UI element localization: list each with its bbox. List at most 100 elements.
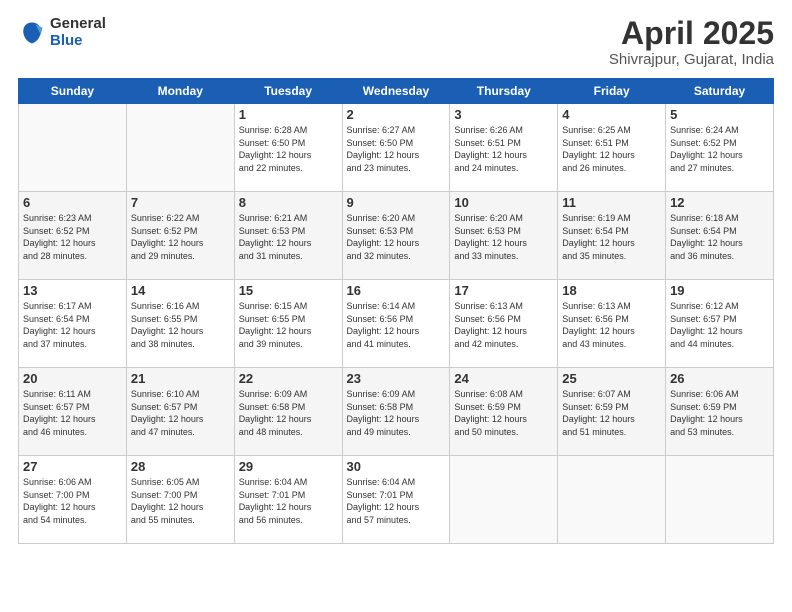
- day-number: 27: [23, 459, 122, 474]
- calendar-subtitle: Shivrajpur, Gujarat, India: [609, 51, 774, 68]
- calendar-cell: [666, 456, 774, 544]
- day-number: 15: [239, 283, 338, 298]
- calendar-cell: 17 Sunrise: 6:13 AM Sunset: 6:56 PM Dayli…: [450, 280, 558, 368]
- day-number: 13: [23, 283, 122, 298]
- calendar-cell: 7 Sunrise: 6:22 AM Sunset: 6:52 PM Daylig…: [126, 192, 234, 280]
- calendar-cell: 8Sunrise: 6:21 AM Sunset: 6:53 PM Daylig…: [234, 192, 342, 280]
- header: General Blue April 2025 Shivrajpur, Guja…: [18, 16, 774, 68]
- calendar-cell: 29Sunrise: 6:04 AM Sunset: 7:01 PM Dayli…: [234, 456, 342, 544]
- day-number: 21: [131, 371, 230, 386]
- day-number: 16: [347, 283, 446, 298]
- calendar-week-2: 6 Sunrise: 6:23 AM Sunset: 6:52 PM Daylig…: [19, 192, 774, 280]
- calendar-cell: 19 Sunrise: 6:12 AM Sunset: 6:57 PM Dayli…: [666, 280, 774, 368]
- day-number: 20: [23, 371, 122, 386]
- day-info: Sunrise: 6:27 AM Sunset: 6:50 PM Dayligh…: [347, 124, 446, 174]
- day-number: 2: [347, 107, 446, 122]
- calendar-week-5: 27 Sunrise: 6:06 AM Sunset: 7:00 PM Dayli…: [19, 456, 774, 544]
- day-number: 18: [562, 283, 661, 298]
- col-friday: Friday: [558, 79, 666, 104]
- day-info: Sunrise: 6:10 AM Sunset: 6:57 PM Dayligh…: [131, 388, 230, 438]
- day-number: 14: [131, 283, 230, 298]
- day-info: Sunrise: 6:18 AM Sunset: 6:54 PM Dayligh…: [670, 212, 769, 262]
- day-info: Sunrise: 6:13 AM Sunset: 6:56 PM Dayligh…: [562, 300, 661, 350]
- calendar-cell: [558, 456, 666, 544]
- calendar-table: Sunday Monday Tuesday Wednesday Thursday…: [18, 78, 774, 544]
- calendar-cell: 21 Sunrise: 6:10 AM Sunset: 6:57 PM Dayli…: [126, 368, 234, 456]
- day-info: Sunrise: 6:20 AM Sunset: 6:53 PM Dayligh…: [347, 212, 446, 262]
- col-sunday: Sunday: [19, 79, 127, 104]
- day-info: Sunrise: 6:08 AM Sunset: 6:59 PM Dayligh…: [454, 388, 553, 438]
- day-number: 17: [454, 283, 553, 298]
- calendar-cell: 26 Sunrise: 6:06 AM Sunset: 6:59 PM Dayli…: [666, 368, 774, 456]
- day-info: Sunrise: 6:09 AM Sunset: 6:58 PM Dayligh…: [239, 388, 338, 438]
- calendar-cell: 3 Sunrise: 6:26 AM Sunset: 6:51 PM Daylig…: [450, 104, 558, 192]
- calendar-cell: 30Sunrise: 6:04 AM Sunset: 7:01 PM Dayli…: [342, 456, 450, 544]
- calendar-cell: 14 Sunrise: 6:16 AM Sunset: 6:55 PM Dayli…: [126, 280, 234, 368]
- day-number: 30: [347, 459, 446, 474]
- day-number: 1: [239, 107, 338, 122]
- calendar-cell: 9Sunrise: 6:20 AM Sunset: 6:53 PM Daylig…: [342, 192, 450, 280]
- day-number: 4: [562, 107, 661, 122]
- calendar-cell: 18 Sunrise: 6:13 AM Sunset: 6:56 PM Dayli…: [558, 280, 666, 368]
- calendar-cell: 2 Sunrise: 6:27 AM Sunset: 6:50 PM Daylig…: [342, 104, 450, 192]
- day-info: Sunrise: 6:23 AM Sunset: 6:52 PM Dayligh…: [23, 212, 122, 262]
- calendar-cell: [19, 104, 127, 192]
- day-info: Sunrise: 6:05 AM Sunset: 7:00 PM Dayligh…: [131, 476, 230, 526]
- calendar-title: April 2025: [609, 16, 774, 51]
- col-thursday: Thursday: [450, 79, 558, 104]
- calendar-cell: 4 Sunrise: 6:25 AM Sunset: 6:51 PM Daylig…: [558, 104, 666, 192]
- calendar-cell: 5Sunrise: 6:24 AM Sunset: 6:52 PM Daylig…: [666, 104, 774, 192]
- day-number: 11: [562, 195, 661, 210]
- day-number: 6: [23, 195, 122, 210]
- calendar-cell: 20 Sunrise: 6:11 AM Sunset: 6:57 PM Dayli…: [19, 368, 127, 456]
- calendar-cell: 1Sunrise: 6:28 AM Sunset: 6:50 PM Daylig…: [234, 104, 342, 192]
- day-info: Sunrise: 6:09 AM Sunset: 6:58 PM Dayligh…: [347, 388, 446, 438]
- day-number: 26: [670, 371, 769, 386]
- day-number: 22: [239, 371, 338, 386]
- day-info: Sunrise: 6:06 AM Sunset: 6:59 PM Dayligh…: [670, 388, 769, 438]
- logo: General Blue: [18, 16, 106, 49]
- calendar-cell: 25Sunrise: 6:07 AM Sunset: 6:59 PM Dayli…: [558, 368, 666, 456]
- day-number: 10: [454, 195, 553, 210]
- calendar-week-1: 1Sunrise: 6:28 AM Sunset: 6:50 PM Daylig…: [19, 104, 774, 192]
- calendar-cell: 6 Sunrise: 6:23 AM Sunset: 6:52 PM Daylig…: [19, 192, 127, 280]
- calendar-cell: 28 Sunrise: 6:05 AM Sunset: 7:00 PM Dayli…: [126, 456, 234, 544]
- day-info: Sunrise: 6:17 AM Sunset: 6:54 PM Dayligh…: [23, 300, 122, 350]
- day-number: 23: [347, 371, 446, 386]
- day-info: Sunrise: 6:26 AM Sunset: 6:51 PM Dayligh…: [454, 124, 553, 174]
- calendar-cell: 27 Sunrise: 6:06 AM Sunset: 7:00 PM Dayli…: [19, 456, 127, 544]
- calendar-cell: 13 Sunrise: 6:17 AM Sunset: 6:54 PM Dayli…: [19, 280, 127, 368]
- title-block: April 2025 Shivrajpur, Gujarat, India: [609, 16, 774, 68]
- day-info: Sunrise: 6:04 AM Sunset: 7:01 PM Dayligh…: [239, 476, 338, 526]
- calendar-cell: 15Sunrise: 6:15 AM Sunset: 6:55 PM Dayli…: [234, 280, 342, 368]
- logo-icon: [18, 19, 46, 47]
- day-info: Sunrise: 6:11 AM Sunset: 6:57 PM Dayligh…: [23, 388, 122, 438]
- logo-blue: Blue: [50, 33, 106, 50]
- day-number: 25: [562, 371, 661, 386]
- day-info: Sunrise: 6:16 AM Sunset: 6:55 PM Dayligh…: [131, 300, 230, 350]
- calendar-cell: 22 Sunrise: 6:09 AM Sunset: 6:58 PM Dayli…: [234, 368, 342, 456]
- day-number: 3: [454, 107, 553, 122]
- day-info: Sunrise: 6:12 AM Sunset: 6:57 PM Dayligh…: [670, 300, 769, 350]
- calendar-cell: 23 Sunrise: 6:09 AM Sunset: 6:58 PM Dayli…: [342, 368, 450, 456]
- day-number: 24: [454, 371, 553, 386]
- page: General Blue April 2025 Shivrajpur, Guja…: [0, 0, 792, 612]
- calendar-cell: 10Sunrise: 6:20 AM Sunset: 6:53 PM Dayli…: [450, 192, 558, 280]
- logo-general: General: [50, 16, 106, 33]
- day-info: Sunrise: 6:14 AM Sunset: 6:56 PM Dayligh…: [347, 300, 446, 350]
- day-info: Sunrise: 6:24 AM Sunset: 6:52 PM Dayligh…: [670, 124, 769, 174]
- col-wednesday: Wednesday: [342, 79, 450, 104]
- col-tuesday: Tuesday: [234, 79, 342, 104]
- day-number: 28: [131, 459, 230, 474]
- header-row: Sunday Monday Tuesday Wednesday Thursday…: [19, 79, 774, 104]
- day-info: Sunrise: 6:22 AM Sunset: 6:52 PM Dayligh…: [131, 212, 230, 262]
- day-info: Sunrise: 6:25 AM Sunset: 6:51 PM Dayligh…: [562, 124, 661, 174]
- day-info: Sunrise: 6:13 AM Sunset: 6:56 PM Dayligh…: [454, 300, 553, 350]
- day-number: 19: [670, 283, 769, 298]
- day-number: 12: [670, 195, 769, 210]
- day-number: 7: [131, 195, 230, 210]
- calendar-cell: 24 Sunrise: 6:08 AM Sunset: 6:59 PM Dayli…: [450, 368, 558, 456]
- day-info: Sunrise: 6:06 AM Sunset: 7:00 PM Dayligh…: [23, 476, 122, 526]
- day-number: 8: [239, 195, 338, 210]
- calendar-week-4: 20 Sunrise: 6:11 AM Sunset: 6:57 PM Dayli…: [19, 368, 774, 456]
